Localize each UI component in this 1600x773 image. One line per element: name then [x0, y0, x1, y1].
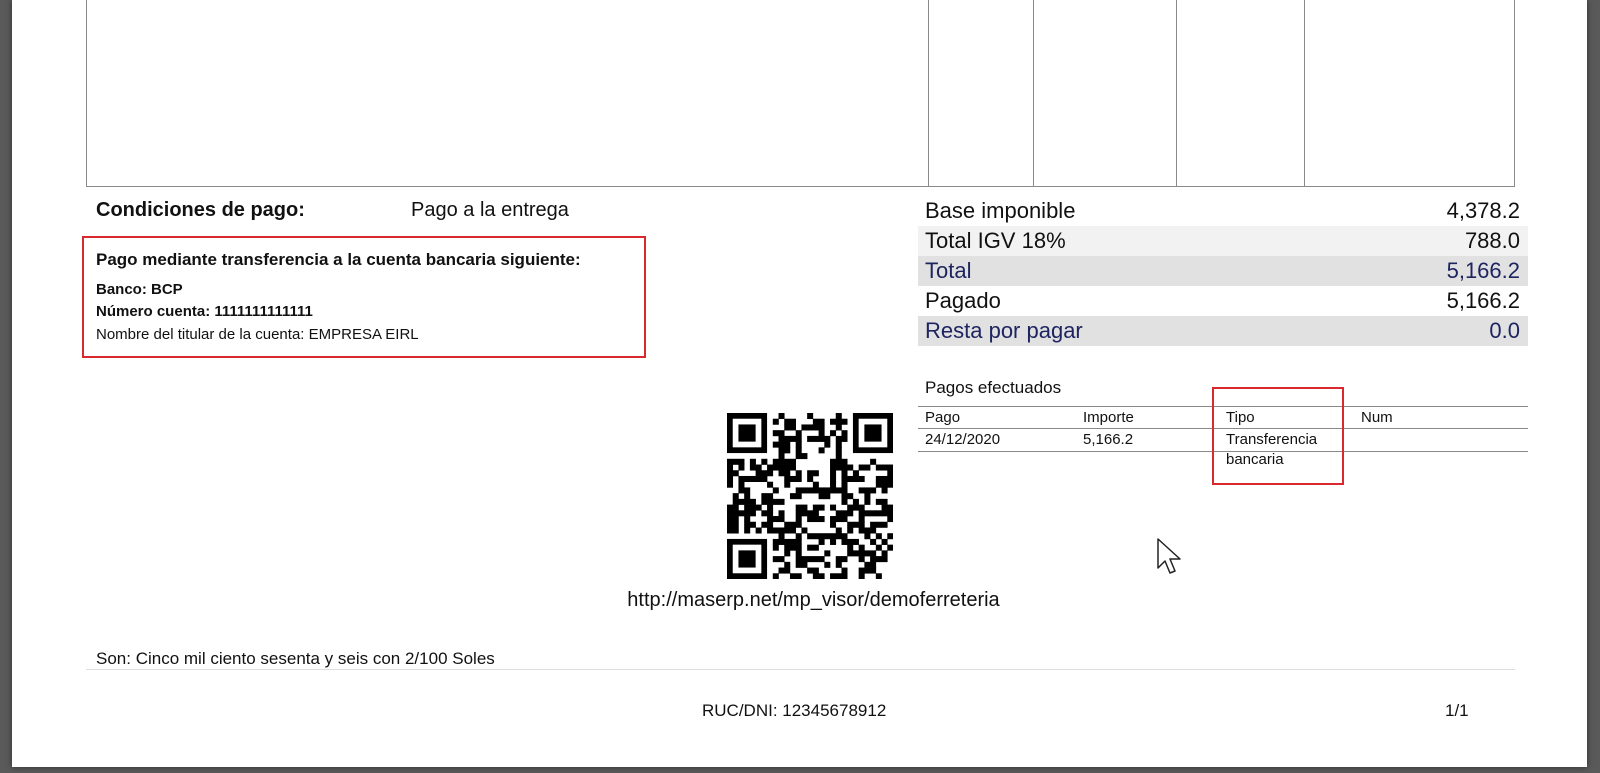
bank-transfer-title: Pago mediante transferencia a la cuenta …: [96, 250, 581, 269]
payment-date: 24/12/2020: [925, 431, 1001, 448]
payments-header-pago: Pago: [925, 409, 961, 426]
invoice-page: Condiciones de pago: Pago a la entrega P…: [12, 0, 1587, 767]
bank-transfer-box: Pago mediante transferencia a la cuenta …: [82, 236, 646, 358]
totals-value: 4,378.2: [1446, 198, 1520, 223]
totals-label: Total IGV 18%: [925, 228, 1066, 253]
footer-divider: [86, 669, 1515, 670]
page-number: 1/1: [1445, 701, 1469, 720]
table-column-divider: [1176, 0, 1177, 186]
totals-row-base: Base imponible 4,378.2: [918, 196, 1528, 226]
totals-row-paid: Pagado 5,166.2: [918, 286, 1528, 316]
bank-name: Banco: BCP: [96, 281, 183, 298]
payment-type-highlight: [1212, 387, 1344, 485]
totals-value: 0.0: [1489, 318, 1520, 343]
totals-row-remaining: Resta por pagar 0.0: [918, 316, 1528, 346]
bank-account-holder: Nombre del titular de la cuenta: EMPRESA…: [96, 326, 419, 343]
totals-value: 5,166.2: [1446, 288, 1520, 313]
table-column-divider: [928, 0, 929, 186]
verification-url[interactable]: http://maserp.net/mp_visor/demoferreteri…: [617, 589, 1010, 612]
footer-ruc: RUC/DNI: 12345678912: [702, 701, 887, 720]
items-table: [86, 0, 1515, 187]
qr-code: [727, 413, 893, 579]
totals-row-igv: Total IGV 18% 788.0: [918, 226, 1528, 256]
payment-amount: 5,166.2: [1083, 431, 1134, 448]
amount-in-words: Son: Cinco mil ciento sesenta y seis con…: [96, 649, 495, 668]
totals-label: Resta por pagar: [925, 318, 1083, 343]
table-column-divider: [1033, 0, 1034, 186]
totals-label: Pagado: [925, 288, 1001, 313]
totals-block: Base imponible 4,378.2 Total IGV 18% 788…: [918, 196, 1528, 346]
totals-label: Base imponible: [925, 198, 1076, 223]
bank-account-number: Número cuenta: 1111111111111: [96, 303, 313, 320]
payments-title: Pagos efectuados: [925, 378, 1062, 397]
totals-label: Total: [925, 258, 972, 283]
totals-row-total: Total 5,166.2: [918, 256, 1528, 286]
table-column-divider: [1304, 0, 1305, 186]
totals-value: 788.0: [1464, 228, 1520, 253]
payments-header-importe: Importe: [1083, 409, 1134, 426]
mouse-cursor-icon: [1157, 538, 1181, 574]
payments-header-num: Num: [1361, 409, 1393, 426]
totals-value: 5,166.2: [1446, 258, 1520, 283]
payment-conditions-label: Condiciones de pago:: [96, 199, 305, 221]
payment-conditions-value: Pago a la entrega: [411, 199, 569, 221]
